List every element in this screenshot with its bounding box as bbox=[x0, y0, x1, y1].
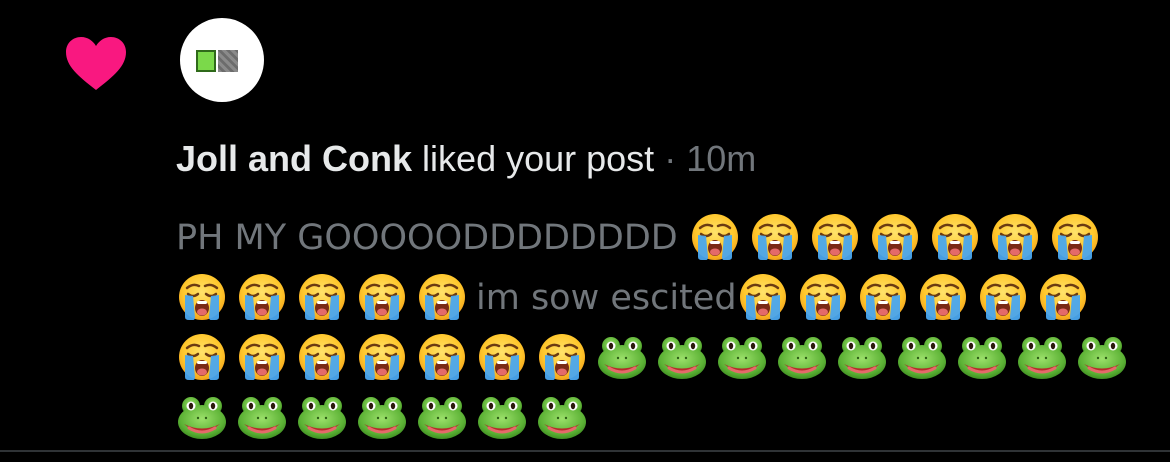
frog-face-icon bbox=[176, 391, 228, 443]
loudly-crying-face-icon bbox=[917, 271, 969, 323]
divider bbox=[0, 450, 1170, 452]
loudly-crying-face-icon bbox=[869, 211, 921, 263]
loudly-crying-face-icon bbox=[536, 331, 588, 383]
loudly-crying-face-icon bbox=[176, 271, 228, 323]
frog-face-icon bbox=[476, 391, 528, 443]
frog-face-icon bbox=[416, 391, 468, 443]
loudly-crying-face-icon bbox=[857, 271, 909, 323]
loudly-crying-face-icon bbox=[977, 271, 1029, 323]
frog-face-icon bbox=[896, 331, 948, 383]
heart-icon bbox=[66, 37, 126, 90]
post-text-segment-3: im sow escited bbox=[476, 278, 737, 318]
loudly-crying-face-icon bbox=[296, 331, 348, 383]
post-text-segment-1: PH MY GOOOOODDDDDDDD bbox=[176, 218, 678, 258]
frog-face-icon bbox=[296, 391, 348, 443]
loudly-crying-face-icon bbox=[989, 211, 1041, 263]
frog-face-icon bbox=[656, 331, 708, 383]
frog-face-icon bbox=[776, 331, 828, 383]
loudly-crying-face-icon bbox=[296, 271, 348, 323]
action-text: liked your post bbox=[422, 138, 655, 179]
like-notification[interactable]: Joll and Conk liked your post · 10m PH M… bbox=[0, 0, 1170, 452]
loudly-crying-face-icon bbox=[1037, 271, 1089, 323]
frog-face-icon bbox=[716, 331, 768, 383]
avatar[interactable] bbox=[180, 18, 264, 102]
loudly-crying-face-icon bbox=[176, 331, 228, 383]
loudly-crying-face-icon bbox=[236, 271, 288, 323]
frog-face-icon bbox=[956, 331, 1008, 383]
loudly-crying-face-icon bbox=[929, 211, 981, 263]
loudly-crying-face-icon bbox=[689, 211, 741, 263]
loudly-crying-face-icon bbox=[356, 331, 408, 383]
post-text[interactable]: PH MY GOOOOODDDDDDDD im sow escited bbox=[176, 208, 1136, 448]
frog-face-icon bbox=[1016, 331, 1068, 383]
loudly-crying-face-icon bbox=[809, 211, 861, 263]
frog-face-icon bbox=[536, 391, 588, 443]
loudly-crying-face-icon bbox=[236, 331, 288, 383]
loudly-crying-face-icon bbox=[416, 271, 468, 323]
notification-headline: Joll and Conk liked your post · 10m bbox=[176, 137, 756, 181]
frog-face-icon bbox=[356, 391, 408, 443]
loudly-crying-face-icon bbox=[476, 331, 528, 383]
frog-face-icon bbox=[836, 331, 888, 383]
avatar-gray-block bbox=[218, 50, 238, 72]
timestamp[interactable]: 10m bbox=[686, 138, 756, 179]
loudly-crying-face-icon bbox=[356, 271, 408, 323]
loudly-crying-face-icon bbox=[797, 271, 849, 323]
loudly-crying-face-icon bbox=[1049, 211, 1101, 263]
frog-face-icon bbox=[236, 391, 288, 443]
separator: · bbox=[664, 138, 677, 179]
avatar-green-block bbox=[196, 50, 216, 72]
loudly-crying-face-icon bbox=[737, 271, 789, 323]
user-name[interactable]: Joll and Conk bbox=[176, 138, 412, 179]
loudly-crying-face-icon bbox=[416, 331, 468, 383]
frog-face-icon bbox=[596, 331, 648, 383]
frog-face-icon bbox=[1076, 331, 1128, 383]
loudly-crying-face-icon bbox=[749, 211, 801, 263]
